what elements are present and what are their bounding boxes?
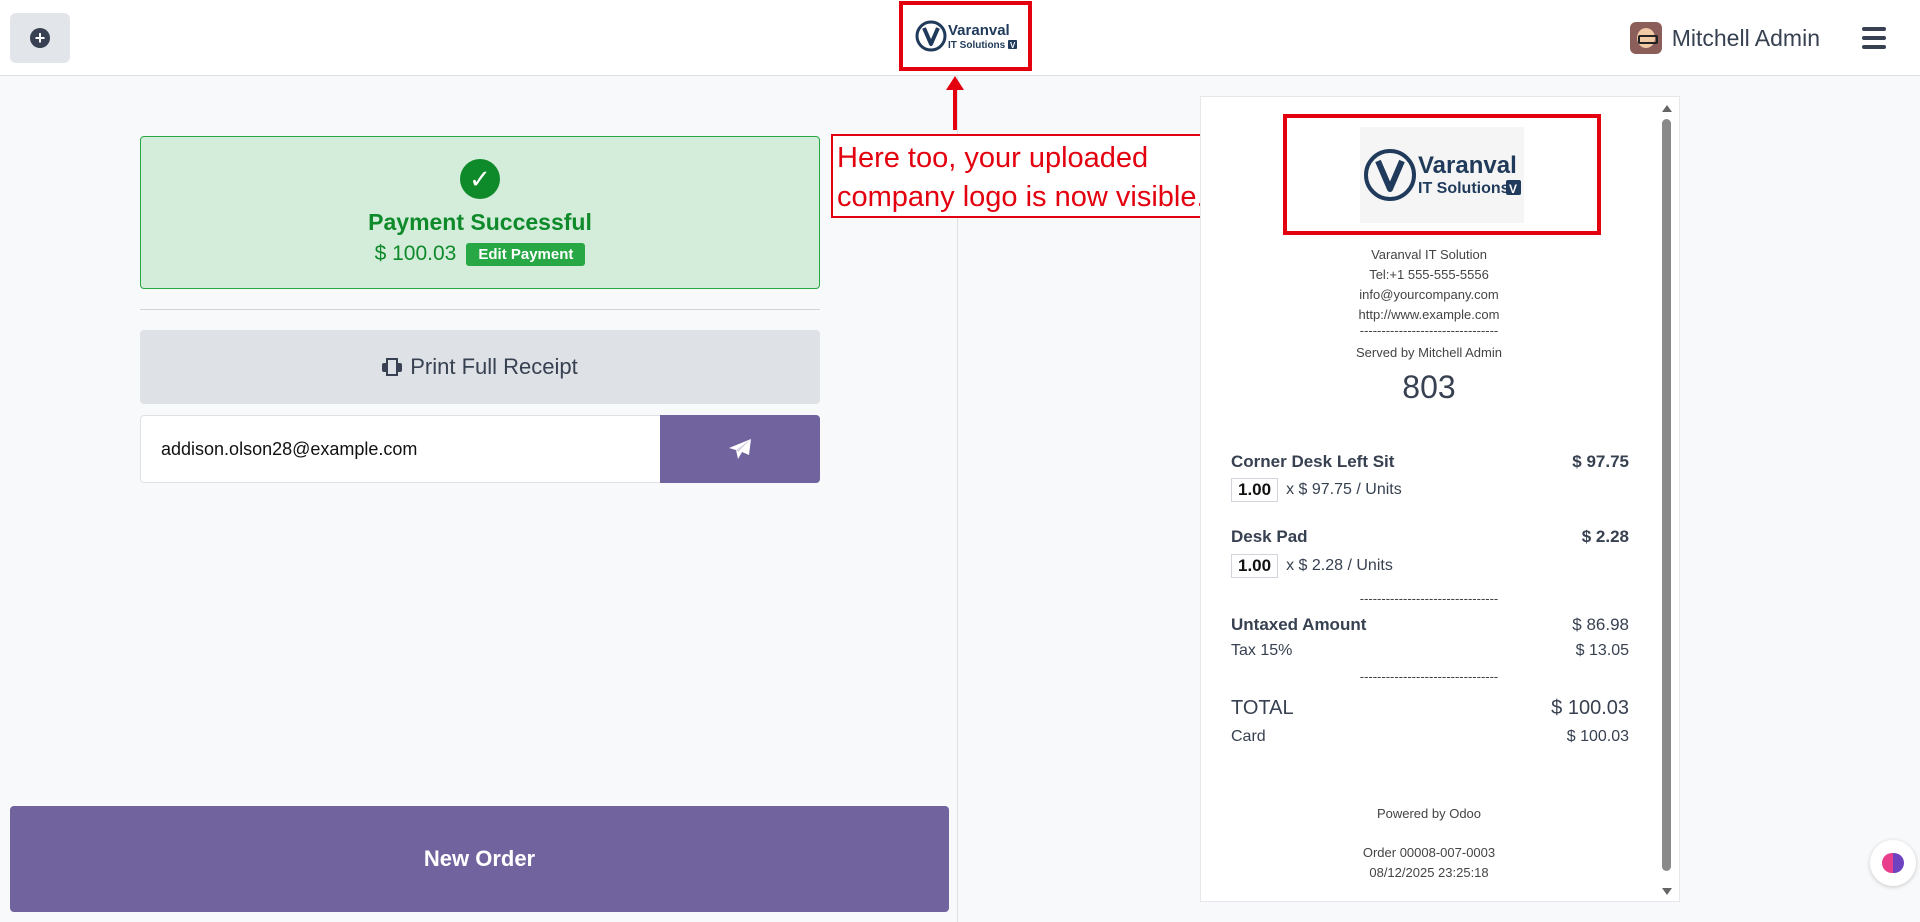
receipt-phone: Tel:+1 555-555-5556 xyxy=(1369,267,1489,282)
receipt-website: http://www.example.com xyxy=(1358,307,1500,322)
line-unit-price: x $ 97.75 / Units xyxy=(1286,481,1402,498)
payment-panel: ✓ Payment Successful $ 100.03 Edit Payme… xyxy=(0,76,958,922)
print-receipt-button[interactable]: Print Full Receipt xyxy=(140,330,820,404)
send-email-button[interactable] xyxy=(660,415,820,483)
payment-amount: $ 100.03 xyxy=(374,242,457,265)
line-product-name: Corner Desk Left Sit xyxy=(1231,452,1395,471)
annotation-callout: Here too, your uploaded company logo is … xyxy=(831,134,1223,218)
divider xyxy=(140,309,820,310)
scroll-up-icon[interactable] xyxy=(1662,105,1672,112)
payment-value: $ 100.03 xyxy=(1566,728,1629,745)
navbar-company-logo: Varanval IT Solutions V xyxy=(899,1,1032,71)
line-quantity: 1.00 xyxy=(1231,554,1279,578)
svg-text:V: V xyxy=(1010,41,1016,50)
receipt-payment-row: Card $ 100.03 xyxy=(1231,728,1629,746)
receipt-datetime: 08/12/2025 23:25:18 xyxy=(1369,865,1489,880)
assistant-button[interactable] xyxy=(1870,840,1916,886)
payment-success-box: ✓ Payment Successful $ 100.03 Edit Payme… xyxy=(140,136,820,289)
tax-label: Tax 15% xyxy=(1231,642,1293,659)
edit-payment-button[interactable]: Edit Payment xyxy=(466,242,586,266)
svg-text:V: V xyxy=(1509,182,1517,196)
receipt-logo-highlight: Varanval IT Solutions V xyxy=(1283,114,1601,235)
user-name: Mitchell Admin xyxy=(1671,24,1820,51)
receipt-order-ref: Order 00008-007-0003 xyxy=(1362,845,1496,860)
annotation-line-1: Here too, your uploaded xyxy=(837,142,1149,174)
receipt-separator: -------------------------------- xyxy=(1359,669,1499,684)
scroll-down-icon[interactable] xyxy=(1662,888,1672,895)
receipt-company-name: Varanval IT Solution xyxy=(1371,247,1487,262)
annotation-line-2: company logo is now visible. xyxy=(837,181,1205,213)
scroll-thumb[interactable] xyxy=(1662,119,1671,871)
svg-text:IT Solutions: IT Solutions xyxy=(948,40,1006,51)
total-value: $ 100.03 xyxy=(1551,697,1629,719)
new-order-button[interactable]: New Order xyxy=(10,806,949,912)
receipt-untaxed-row: Untaxed Amount $ 86.98 xyxy=(1231,615,1629,635)
print-receipt-label: Print Full Receipt xyxy=(410,354,578,379)
receipt-total-row: TOTAL $ 100.03 xyxy=(1231,697,1629,720)
printer-icon xyxy=(382,358,403,376)
email-receipt-row xyxy=(140,415,820,483)
email-input[interactable] xyxy=(140,415,660,483)
line-quantity: 1.00 xyxy=(1231,478,1279,502)
annotation-arrow-up-line xyxy=(953,88,957,130)
line-product-name: Desk Pad xyxy=(1231,527,1308,546)
receipt-preview: Varanval IT Solutions V Varanval IT Solu… xyxy=(1200,96,1680,902)
untaxed-label: Untaxed Amount xyxy=(1231,615,1367,634)
receipt-line: Desk Pad $ 2.28 xyxy=(1231,527,1629,547)
receipt-line: Corner Desk Left Sit $ 97.75 xyxy=(1231,452,1629,472)
receipt-email: info@yourcompany.com xyxy=(1359,287,1499,302)
receipt-served-by: Served by Mitchell Admin xyxy=(1356,345,1502,360)
svg-text:Varanval: Varanval xyxy=(1418,152,1517,179)
receipt-separator: -------------------------------- xyxy=(1359,323,1499,338)
receipt-powered-by: Powered by Odoo xyxy=(1376,806,1482,821)
untaxed-value: $ 86.98 xyxy=(1572,615,1629,634)
receipt-line-detail: 1.00 x $ 2.28 / Units xyxy=(1231,554,1629,578)
line-total: $ 97.75 xyxy=(1572,452,1629,471)
varanval-logo-icon: Varanval IT Solutions V xyxy=(1364,148,1521,201)
varanval-logo-icon: Varanval IT Solutions V xyxy=(915,20,1017,52)
svg-text:IT Solutions: IT Solutions xyxy=(1418,180,1510,197)
receipt-tax-row: Tax 15% $ 13.05 xyxy=(1231,642,1629,660)
payment-method: Card xyxy=(1231,728,1266,745)
line-unit-price: x $ 2.28 / Units xyxy=(1286,557,1393,574)
receipt-scrollbar[interactable] xyxy=(1661,105,1673,895)
check-circle-icon: ✓ xyxy=(460,159,500,199)
receipt-line-detail: 1.00 x $ 97.75 / Units xyxy=(1231,478,1629,502)
avatar xyxy=(1629,22,1662,54)
hamburger-menu-icon[interactable] xyxy=(1862,27,1886,49)
user-menu[interactable]: Mitchell Admin xyxy=(1629,22,1820,54)
receipt-separator: -------------------------------- xyxy=(1359,591,1499,606)
svg-text:Varanval: Varanval xyxy=(948,22,1010,39)
line-total: $ 2.28 xyxy=(1581,527,1629,546)
add-order-button[interactable]: + xyxy=(10,13,70,63)
top-navbar: + Varanval IT Solutions V Mitchell Admin xyxy=(0,0,1920,76)
receipt-company-logo: Varanval IT Solutions V xyxy=(1360,126,1524,223)
paper-plane-icon xyxy=(729,439,751,459)
receipt-order-number: 803 xyxy=(1402,369,1456,405)
tax-value: $ 13.05 xyxy=(1575,642,1629,659)
brain-icon xyxy=(1882,853,1904,873)
total-label: TOTAL xyxy=(1231,697,1294,719)
payment-status: Payment Successful xyxy=(368,209,592,235)
plus-circle-icon: + xyxy=(30,28,50,48)
